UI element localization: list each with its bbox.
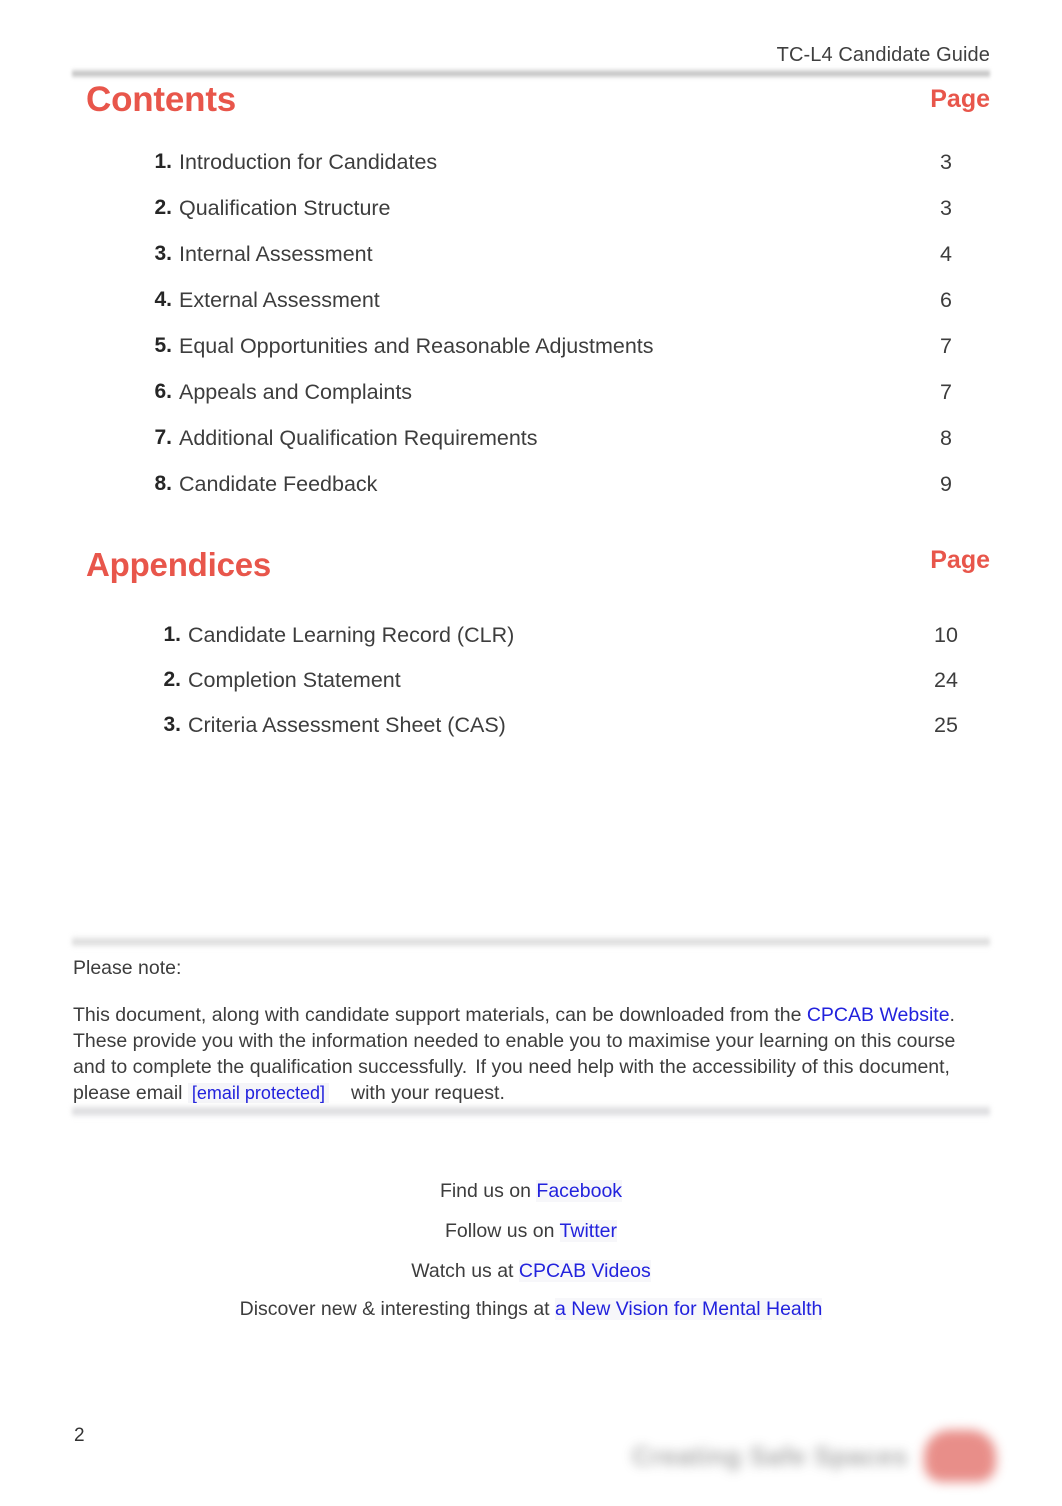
- running-header-title: TC-L4 Candidate Guide: [776, 44, 990, 66]
- header-divider-rule: [72, 68, 990, 79]
- list-item[interactable]: 4. External Assessment 6: [0, 288, 1062, 334]
- list-item-label: Equal Opportunities and Reasonable Adjus…: [179, 334, 654, 358]
- note-divider-rule-bottom: [72, 1104, 990, 1118]
- appendices-list: 1. Candidate Learning Record (CLR) 10 2.…: [0, 623, 1062, 758]
- list-item-label: Qualification Structure: [179, 196, 391, 220]
- list-item-page: 4: [940, 242, 952, 266]
- note-text-segment-1: This document, along with candidate supp…: [73, 1004, 807, 1026]
- list-item-page: 9: [940, 472, 952, 496]
- list-item[interactable]: 1. Candidate Learning Record (CLR) 10: [0, 623, 1062, 668]
- list-item-number: 4.: [154, 288, 172, 311]
- social-line-videos: Watch us at CPCAB Videos: [0, 1260, 1062, 1283]
- list-item-label: Candidate Feedback: [179, 472, 378, 496]
- list-item-number: 3.: [163, 713, 181, 736]
- list-item[interactable]: 1. Introduction for Candidates 3: [0, 150, 1062, 196]
- list-item-number: 1.: [154, 150, 172, 173]
- cpcab-logo-icon: [924, 1430, 996, 1482]
- document-page: TC-L4 Candidate Guide Contents Page 1. I…: [0, 0, 1062, 1506]
- social-line-new-vision: Discover new & interesting things at a N…: [0, 1298, 1062, 1321]
- list-item-number: 1.: [163, 623, 181, 646]
- list-item-page: 24: [934, 668, 958, 692]
- list-item[interactable]: 2. Completion Statement 24: [0, 668, 1062, 713]
- list-item-page: 3: [940, 150, 952, 174]
- list-item-number: 6.: [154, 380, 172, 403]
- list-item-label: Introduction for Candidates: [179, 150, 438, 174]
- footer-logo-text: Creating Safe Spaces: [632, 1440, 908, 1471]
- facebook-link[interactable]: Facebook: [536, 1180, 623, 1202]
- contents-list: 1. Introduction for Candidates 3 2. Qual…: [0, 150, 1062, 518]
- contents-page-column-header: Page: [930, 85, 990, 113]
- footer-logo: Creating Safe Spaces: [632, 1430, 996, 1482]
- social-prefix: Discover new & interesting things at: [239, 1298, 556, 1320]
- note-text-segment-4: with your request.: [350, 1082, 505, 1104]
- list-item-page: 7: [940, 380, 952, 404]
- list-item[interactable]: 3. Criteria Assessment Sheet (CAS) 25: [0, 713, 1062, 758]
- list-item-number: 2.: [163, 668, 181, 691]
- list-item[interactable]: 3. Internal Assessment 4: [0, 242, 1062, 288]
- list-item-label: Internal Assessment: [179, 242, 373, 266]
- social-line-twitter: Follow us on Twitter: [0, 1220, 1062, 1243]
- please-note-block: Please note: This document, along with c…: [73, 957, 993, 1106]
- list-item[interactable]: 2. Qualification Structure 3: [0, 196, 1062, 242]
- social-prefix: Follow us on: [445, 1220, 560, 1242]
- list-item[interactable]: 7. Additional Qualification Requirements…: [0, 426, 1062, 472]
- note-divider-rule-top: [72, 935, 990, 948]
- list-item-label: Completion Statement: [188, 668, 401, 692]
- email-protected-link[interactable]: [email protected]: [187, 1083, 329, 1103]
- list-item-number: 8.: [154, 472, 172, 495]
- list-item-page: 8: [940, 426, 952, 450]
- list-item-page: 3: [940, 196, 952, 220]
- list-item-page: 10: [934, 623, 958, 647]
- cpcab-videos-link[interactable]: CPCAB Videos: [518, 1260, 651, 1282]
- social-line-row: Find us on Facebook: [0, 1180, 1062, 1203]
- list-item-label: Appeals and Complaints: [179, 380, 413, 404]
- note-lead-label: Please note:: [73, 957, 182, 979]
- list-item-number: 3.: [154, 242, 172, 265]
- list-item-number: 2.: [154, 196, 172, 219]
- social-line-row: Follow us on Twitter: [0, 1220, 1062, 1243]
- list-item-label: Criteria Assessment Sheet (CAS): [188, 713, 506, 737]
- note-body-paragraph: This document, along with candidate supp…: [73, 1002, 993, 1106]
- list-item[interactable]: 6. Appeals and Complaints 7: [0, 380, 1062, 426]
- footer-page-number: 2: [74, 1425, 85, 1446]
- social-prefix: Find us on: [439, 1180, 537, 1202]
- new-vision-for-mental-health-link[interactable]: a New Vision for Mental Health: [555, 1298, 823, 1320]
- appendices-page-column-header: Page: [930, 546, 990, 574]
- social-line-facebook: Find us on Facebook: [0, 1180, 1062, 1203]
- list-item-page: 6: [940, 288, 952, 312]
- twitter-link[interactable]: Twitter: [559, 1220, 617, 1242]
- cpcab-website-link[interactable]: CPCAB Website: [807, 1004, 950, 1026]
- list-item-label: External Assessment: [179, 288, 380, 312]
- social-line-row: Discover new & interesting things at a N…: [0, 1298, 1062, 1321]
- list-item[interactable]: 8. Candidate Feedback 9: [0, 472, 1062, 518]
- list-item-number: 7.: [154, 426, 172, 449]
- list-item-number: 5.: [154, 334, 172, 357]
- list-item-page: 7: [940, 334, 952, 358]
- list-item-page: 25: [934, 713, 958, 737]
- social-line-row: Watch us at CPCAB Videos: [0, 1260, 1062, 1283]
- list-item-label: Additional Qualification Requirements: [179, 426, 538, 450]
- list-item-label: Candidate Learning Record (CLR): [188, 623, 515, 647]
- list-item[interactable]: 5. Equal Opportunities and Reasonable Ad…: [0, 334, 1062, 380]
- social-prefix: Watch us at: [411, 1260, 519, 1282]
